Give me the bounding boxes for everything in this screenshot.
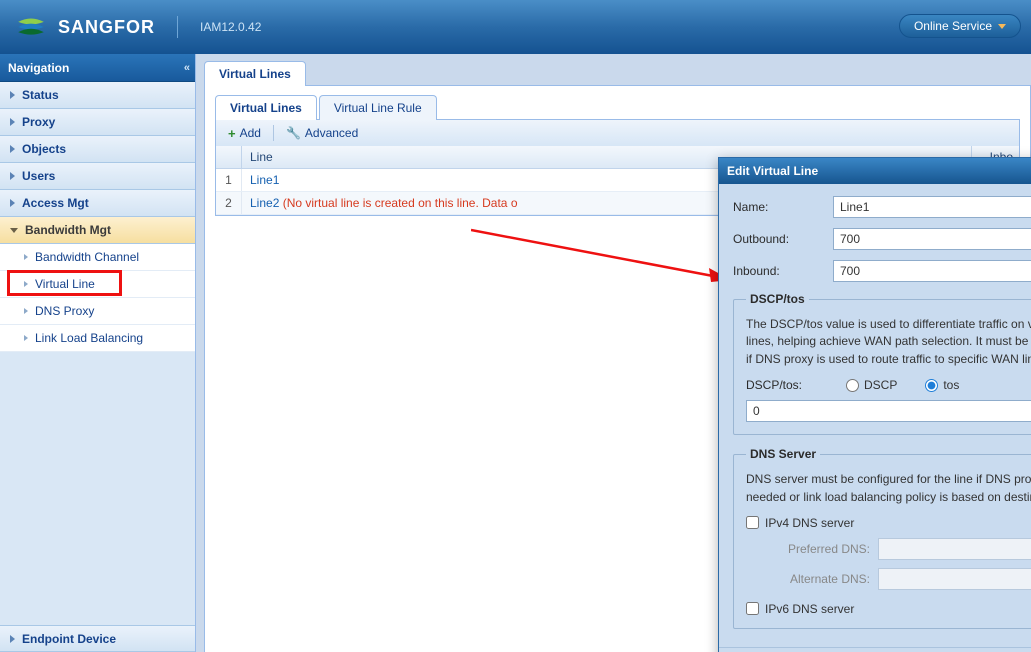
ipv4-dns-checkbox[interactable]: IPv4 DNS server bbox=[746, 516, 1031, 530]
preferred-dns-label: Preferred DNS: bbox=[768, 542, 878, 556]
sub-item-virtual-line[interactable]: Virtual Line bbox=[0, 271, 195, 298]
brand-text: SANGFOR bbox=[58, 17, 155, 38]
ipv6-dns-checkbox[interactable]: IPv6 DNS server bbox=[746, 602, 1031, 616]
grid-toolbar: +Add 🔧Advanced bbox=[215, 120, 1020, 146]
name-label: Name: bbox=[733, 200, 833, 214]
tab-virtual-lines[interactable]: Virtual Lines bbox=[215, 95, 317, 120]
dscp-description: The DSCP/tos value is used to differenti… bbox=[746, 316, 1031, 368]
sub-item-dns-proxy[interactable]: DNS Proxy bbox=[0, 298, 195, 325]
nav-item-access-mgt[interactable]: Access Mgt bbox=[0, 190, 195, 217]
inbound-label: Inbound: bbox=[733, 264, 833, 278]
tab-virtual-line-rule[interactable]: Virtual Line Rule bbox=[319, 95, 437, 120]
navigation-header: Navigation « bbox=[0, 54, 195, 82]
wrench-icon: 🔧 bbox=[286, 126, 301, 140]
dns-legend: DNS Server bbox=[746, 447, 820, 461]
outbound-input[interactable] bbox=[833, 228, 1031, 250]
advanced-button[interactable]: 🔧Advanced bbox=[280, 124, 364, 142]
dialog-title: Edit Virtual Line bbox=[727, 164, 818, 178]
add-button[interactable]: +Add bbox=[222, 124, 267, 143]
nav-item-status[interactable]: Status bbox=[0, 82, 195, 109]
row-number: 2 bbox=[216, 192, 242, 214]
nav-item-endpoint-device[interactable]: Endpoint Device bbox=[0, 625, 195, 652]
outbound-label: Outbound: bbox=[733, 232, 833, 246]
outer-tab-virtual-lines[interactable]: Virtual Lines bbox=[204, 61, 306, 86]
dialog-titlebar[interactable]: Edit Virtual Line ✕ bbox=[719, 158, 1031, 184]
app-banner: SANGFOR IAM12.0.42 Online Service bbox=[0, 0, 1031, 54]
name-input[interactable] bbox=[833, 196, 1031, 218]
collapse-icon[interactable]: « bbox=[184, 62, 187, 74]
dscp-legend: DSCP/tos bbox=[746, 292, 809, 306]
version-text: IAM12.0.42 bbox=[200, 20, 261, 34]
dns-server-fieldset: DNS Server DNS server must be configured… bbox=[733, 447, 1031, 629]
edit-virtual-line-dialog: Edit Virtual Line ✕ Name: Outbound: Mbps… bbox=[718, 157, 1031, 652]
tos-radio[interactable]: tos bbox=[925, 378, 959, 392]
dscp-radio[interactable]: DSCP bbox=[846, 378, 897, 392]
brand-divider bbox=[177, 16, 178, 38]
alternate-dns-input[interactable] bbox=[878, 568, 1031, 590]
sangfor-logo-icon bbox=[14, 10, 48, 44]
nav-item-objects[interactable]: Objects bbox=[0, 136, 195, 163]
nav-item-bandwidth-mgt[interactable]: Bandwidth Mgt bbox=[0, 217, 195, 244]
online-service-button[interactable]: Online Service bbox=[899, 14, 1021, 38]
row-number: 1 bbox=[216, 169, 242, 191]
inbound-input[interactable] bbox=[833, 260, 1031, 282]
chevron-down-icon bbox=[998, 24, 1006, 29]
navigation-sidebar: Navigation « Status Proxy Objects Users … bbox=[0, 54, 196, 652]
dscp-value-input[interactable] bbox=[746, 400, 1031, 422]
plus-icon: + bbox=[228, 126, 236, 141]
nav-item-proxy[interactable]: Proxy bbox=[0, 109, 195, 136]
online-service-label: Online Service bbox=[914, 19, 992, 33]
nav-item-users[interactable]: Users bbox=[0, 163, 195, 190]
brand-block: SANGFOR IAM12.0.42 bbox=[14, 10, 261, 44]
sub-item-link-load-balancing[interactable]: Link Load Balancing bbox=[0, 325, 195, 352]
sub-item-bandwidth-channel[interactable]: Bandwidth Channel bbox=[0, 244, 195, 271]
preferred-dns-input[interactable] bbox=[878, 538, 1031, 560]
inner-tabstrip: Virtual Lines Virtual Line Rule bbox=[215, 94, 1020, 120]
dscp-field-label: DSCP/tos: bbox=[746, 378, 846, 392]
main-area: Virtual Lines Virtual Lines Virtual Line… bbox=[196, 54, 1031, 652]
dns-description: DNS server must be configured for the li… bbox=[746, 471, 1031, 506]
navigation-title: Navigation bbox=[8, 61, 69, 75]
dialog-footer: Commit Cancel bbox=[719, 647, 1031, 652]
alternate-dns-label: Alternate DNS: bbox=[768, 572, 878, 586]
dscp-tos-fieldset: DSCP/tos The DSCP/tos value is used to d… bbox=[733, 292, 1031, 435]
